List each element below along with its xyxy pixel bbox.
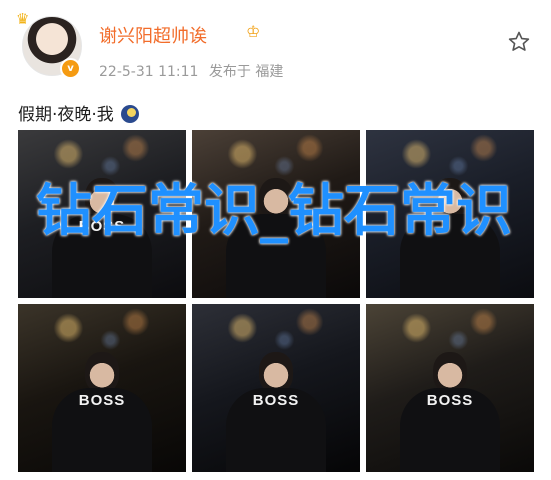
photo-5-figure: BOSS [226, 352, 326, 472]
photo-4-caption: BOSS [78, 392, 126, 409]
photo-6-caption: BOSS [426, 392, 474, 409]
photo-5-caption: BOSS [252, 392, 300, 409]
username[interactable]: 谢兴阳超帅诶 [99, 22, 207, 48]
photo-6[interactable]: BOSS [366, 304, 534, 472]
crown-icon: ♛ [16, 10, 30, 28]
photo-6-figure: BOSS [400, 352, 500, 472]
watermark-overlay: 钻石常识_钻石常识 [36, 179, 512, 244]
photo-4[interactable]: BOSS [18, 304, 186, 472]
post-source: 发布于 福建 [208, 64, 284, 80]
timestamp: 22-5-31 11:11 [99, 64, 199, 80]
post-text: 假期·夜晚·我 [18, 100, 140, 125]
star-outline-icon[interactable] [507, 30, 531, 54]
vip-crown-icon: ♔ [246, 22, 261, 41]
post-meta: 22-5-31 11:11 发布于 福建 [99, 61, 289, 81]
post-text-content: 假期·夜晚·我 [18, 105, 114, 125]
verified-badge-icon: v [60, 58, 81, 79]
moon-emoji-icon [121, 105, 140, 123]
photo-4-figure: BOSS [52, 352, 152, 472]
photo-5[interactable]: BOSS [192, 304, 360, 472]
post-header: ♛ v 谢兴阳超帅诶 ♔ 22-5-31 11:11 发布于 福建 [0, 0, 551, 100]
